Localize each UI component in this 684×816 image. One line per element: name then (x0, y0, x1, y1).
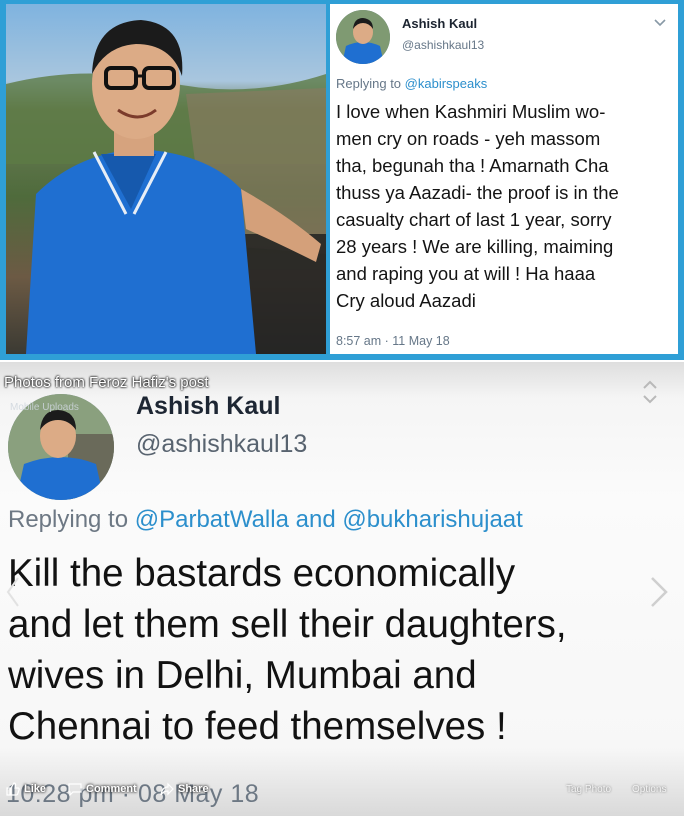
album-overlay-text: Mobile Uploads (10, 402, 79, 413)
replying-to-line: Replying to @kabirspeaks (336, 76, 487, 91)
user-handle[interactable]: @ashishkaul13 (402, 38, 484, 52)
share-button[interactable]: Share (160, 782, 209, 796)
expand-icon[interactable] (638, 378, 662, 406)
reply-and-word: and (295, 506, 336, 533)
reply-mention-link[interactable]: @kabirspeaks (405, 76, 488, 91)
reply-mention-link-1: @ParbatWalla (134, 506, 289, 533)
tweet-screenshot-top: Ashish Kaul @ashishkaul13 Replying to @k… (0, 0, 684, 360)
share-arrow-icon (160, 782, 174, 796)
previous-photo-icon[interactable] (4, 574, 22, 610)
replying-to-label: Replying to (336, 76, 402, 91)
tweet-text: Kill the bastards economically and let t… (8, 552, 567, 748)
display-name[interactable]: Ashish Kaul (402, 16, 477, 31)
next-photo-icon[interactable] (648, 574, 670, 610)
tweet-text: I love when Kashmiri Muslim wo- men cry … (336, 101, 619, 311)
reply-mention-link-2: @bukharishujaat (342, 506, 523, 533)
tweet-timestamp[interactable]: 8:57 am · 11 May 18 (336, 334, 450, 348)
tweet-card: Ashish Kaul @ashishkaul13 Replying to @k… (330, 4, 678, 354)
tag-photo-link[interactable]: Tag Photo (566, 784, 611, 795)
avatar-image (336, 10, 390, 64)
photo-caption[interactable]: Photos from Feroz Hafiz's post (4, 374, 209, 391)
thumbs-up-icon (6, 782, 20, 796)
comment-icon (68, 783, 82, 796)
options-link[interactable]: Options (632, 784, 666, 795)
comment-label: Comment (86, 783, 137, 795)
display-name: Ashish Kaul (136, 392, 281, 420)
comment-button[interactable]: Comment (68, 782, 137, 796)
photo-action-bar: Like Comment Share Tag Photo Options (0, 776, 684, 802)
like-button[interactable]: Like (6, 782, 46, 796)
profile-photo (6, 4, 326, 354)
user-handle: @ashishkaul13 (136, 430, 308, 458)
facebook-photo-viewer: Photos from Feroz Hafiz's post Mobile Up… (0, 362, 684, 816)
replying-to-line: Replying to @ParbatWalla and @bukharishu… (8, 506, 523, 534)
avatar[interactable] (336, 10, 390, 64)
person-photo-illustration (6, 20, 326, 354)
chevron-down-icon[interactable] (652, 14, 668, 30)
share-label: Share (178, 783, 209, 795)
like-label: Like (24, 783, 47, 795)
replying-to-label: Replying to (8, 506, 129, 533)
